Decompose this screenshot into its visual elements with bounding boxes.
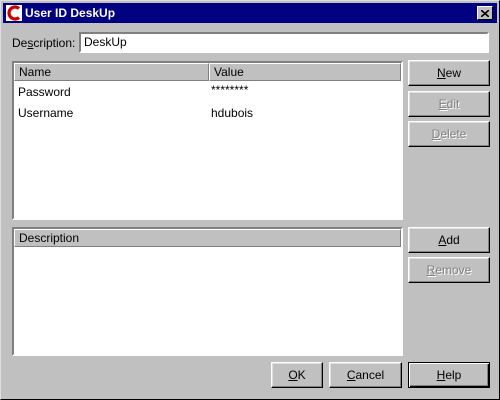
window-title: User ID DeskUp	[25, 6, 116, 20]
add-button[interactable]: Add	[408, 227, 490, 253]
column-header-value[interactable]: Value	[209, 63, 401, 81]
descriptions-list[interactable]: Description	[12, 227, 403, 356]
new-button[interactable]: New	[408, 60, 490, 86]
edit-button[interactable]: Edit	[408, 91, 490, 117]
app-c-icon	[6, 5, 22, 21]
row-username-name: Username	[18, 106, 74, 120]
dialog-window: User ID DeskUp Description: DeskUp Name …	[0, 0, 500, 400]
column-header-description[interactable]: Description	[14, 229, 401, 247]
close-x-icon	[481, 9, 489, 17]
close-button[interactable]	[477, 6, 493, 20]
cancel-button[interactable]: Cancel	[329, 362, 402, 388]
description-input[interactable]: DeskUp	[79, 32, 489, 53]
description-label: Description:	[12, 36, 76, 50]
row-password-value: ********	[211, 83, 249, 97]
title-bar[interactable]: User ID DeskUp	[3, 3, 497, 23]
row-password-name: Password	[18, 85, 71, 99]
properties-list[interactable]: Name Value Password ******** Username hd…	[12, 61, 403, 220]
remove-button[interactable]: Remove	[408, 257, 490, 283]
delete-button[interactable]: Delete	[408, 121, 490, 147]
column-header-name[interactable]: Name	[14, 63, 209, 81]
row-username-value: hdubois	[211, 106, 254, 120]
ok-button[interactable]: OK	[271, 362, 323, 388]
help-button[interactable]: Help	[408, 362, 490, 388]
